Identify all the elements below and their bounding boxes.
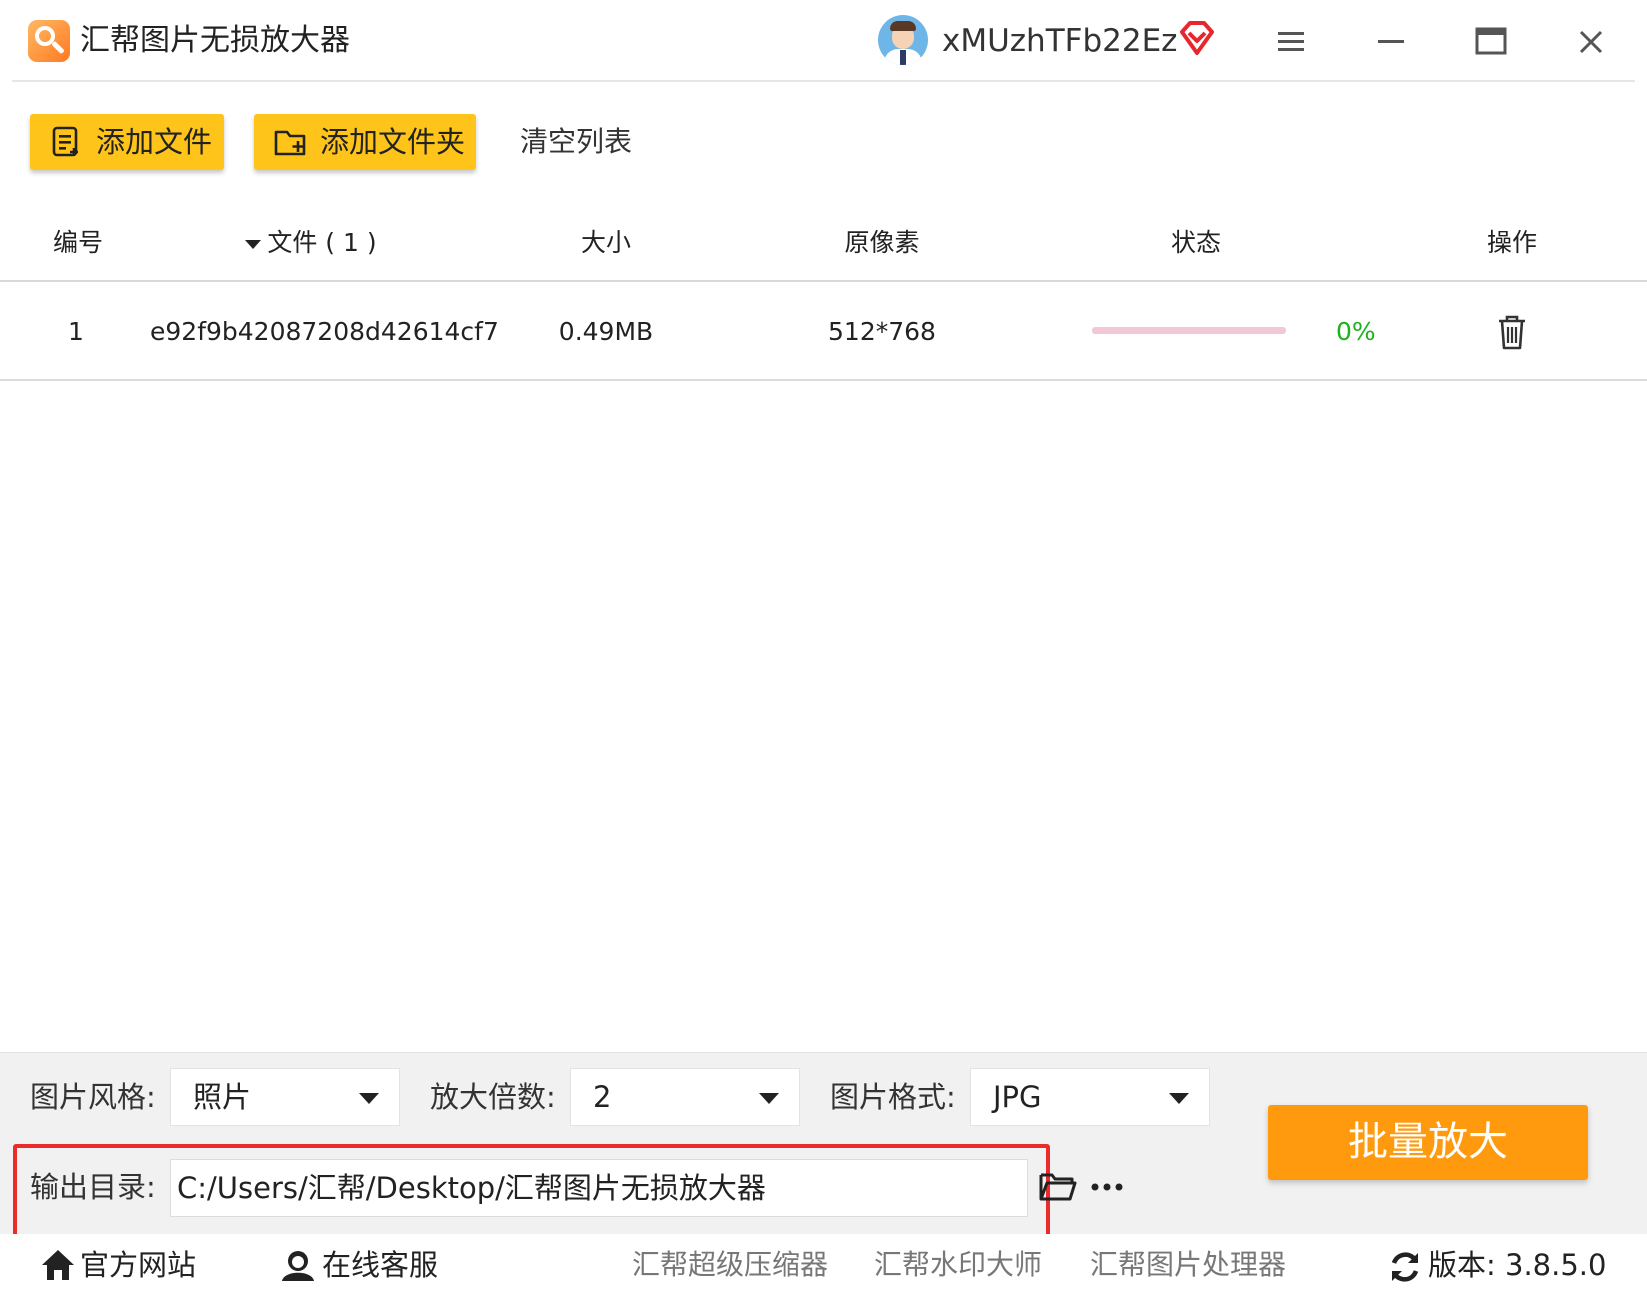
support-icon[interactable] (280, 1248, 316, 1282)
user-avatar-icon[interactable] (878, 15, 928, 65)
clear-list-button[interactable]: 清空列表 (520, 114, 632, 170)
online-support-link[interactable]: 在线客服 (322, 1234, 438, 1296)
add-folder-button[interactable]: 添加文件夹 (254, 114, 476, 170)
vip-diamond-icon[interactable] (1178, 20, 1216, 56)
close-icon[interactable] (1568, 20, 1614, 64)
refresh-icon[interactable] (1388, 1250, 1422, 1284)
menu-icon[interactable] (1268, 20, 1314, 64)
progress-percent: 0% (1336, 317, 1376, 346)
scale-select-value: 2 (593, 1080, 612, 1114)
format-select-value: JPG (993, 1080, 1042, 1114)
username[interactable]: xMUzhTFb22Ez (942, 18, 1177, 64)
add-folder-label: 添加文件夹 (320, 125, 466, 159)
link-compressor[interactable]: 汇帮超级压缩器 (632, 1234, 828, 1296)
link-watermark[interactable]: 汇帮水印大师 (874, 1234, 1042, 1296)
maximize-icon[interactable] (1468, 20, 1514, 64)
row-pixels: 512*768 (828, 317, 936, 346)
output-label: 输出目录: (30, 1170, 156, 1204)
scale-label: 放大倍数: (430, 1080, 556, 1114)
style-select[interactable]: 照片 (170, 1068, 400, 1126)
batch-enlarge-button[interactable]: 批量放大 (1268, 1105, 1588, 1180)
version-label: 版本: 3.8.5.0 (1428, 1248, 1607, 1282)
col-action: 操作 (1486, 228, 1537, 257)
output-path-input[interactable]: C:/Users/汇帮/Desktop/汇帮图片无损放大器 (170, 1159, 1028, 1217)
link-image-processor[interactable]: 汇帮图片处理器 (1090, 1234, 1286, 1296)
add-file-label: 添加文件 (96, 125, 213, 159)
home-icon[interactable] (40, 1248, 76, 1282)
row-filename: e92f9b42087208d42614cf7 (150, 317, 499, 346)
settings-panel: 图片风格: 照片 放大倍数: 2 图片格式: JPG 输出目录: C:/User… (0, 1052, 1647, 1238)
footer: 官方网站 在线客服 汇帮超级压缩器 汇帮水印大师 汇帮图片处理器 版本: 3.8… (0, 1234, 1647, 1299)
progress-bar (1092, 327, 1286, 334)
col-file-label: 文件 ( 1 ) (267, 228, 377, 257)
app-logo-icon (28, 20, 70, 62)
chevron-down-icon (359, 1093, 379, 1104)
minimize-icon[interactable] (1368, 20, 1414, 64)
col-status: 状态 (1170, 228, 1221, 257)
col-index[interactable]: 编号 (30, 214, 126, 272)
folder-add-icon (274, 130, 306, 156)
app-title: 汇帮图片无损放大器 (80, 23, 350, 58)
chevron-down-icon (759, 1093, 779, 1104)
row-size: 0.49MB (558, 317, 654, 346)
folder-open-icon[interactable] (1038, 1169, 1078, 1205)
format-select[interactable]: JPG (970, 1068, 1210, 1126)
table-header: 编号 文件 ( 1 ) 大小 原像素 状态 操作 (0, 214, 1647, 282)
file-list-icon (52, 126, 78, 157)
row-index: 1 (68, 317, 84, 346)
official-website-link[interactable]: 官方网站 (80, 1234, 196, 1296)
trash-icon[interactable] (1494, 313, 1530, 351)
col-pixels[interactable]: 原像素 (820, 214, 944, 272)
table-row[interactable]: 1 e92f9b42087208d42614cf7 0.49MB 512*768… (0, 283, 1647, 381)
col-file[interactable]: 文件 ( 1 ) (230, 214, 390, 272)
add-file-button[interactable]: 添加文件 (30, 114, 224, 170)
scale-select[interactable]: 2 (570, 1068, 800, 1126)
style-label: 图片风格: (30, 1080, 156, 1114)
format-label: 图片格式: (830, 1080, 956, 1114)
title-bar: 汇帮图片无损放大器 xMUzhTFb22Ez (0, 0, 1647, 82)
more-icon[interactable] (1088, 1169, 1128, 1205)
style-select-value: 照片 (193, 1080, 252, 1114)
title-divider (12, 80, 1635, 82)
col-size[interactable]: 大小 (556, 214, 656, 272)
sort-down-icon (245, 240, 262, 249)
chevron-down-icon (1169, 1093, 1189, 1104)
